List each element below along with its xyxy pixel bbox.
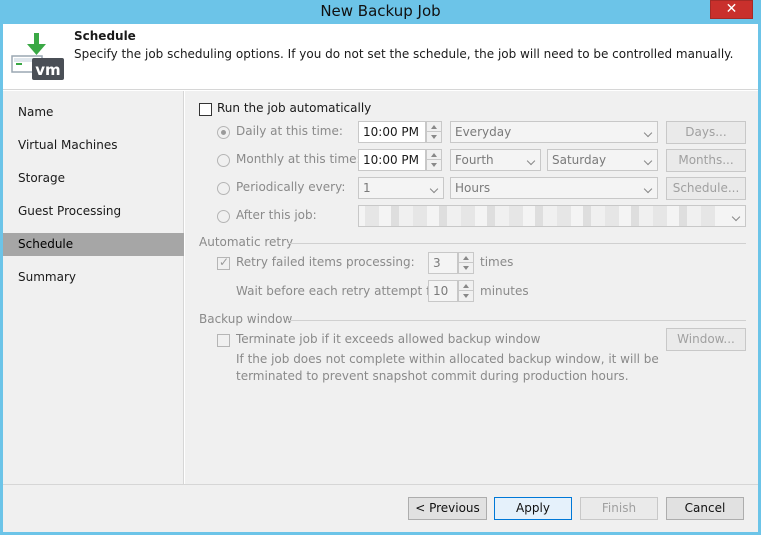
months-button[interactable]: Months... (666, 149, 746, 172)
backup-window-note-line-1: If the job does not complete within allo… (236, 352, 659, 366)
run-automatically-label: Run the job automatically (217, 101, 372, 115)
periodic-radio[interactable] (217, 182, 230, 195)
wizard-steps-sidebar: Name Virtual Machines Storage Guest Proc… (3, 91, 184, 484)
after-job-radio[interactable] (217, 210, 230, 223)
retry-wait-unit-label: minutes (480, 284, 529, 298)
dialog-client: vm Schedule Specify the job scheduling o… (3, 24, 758, 532)
previous-button[interactable]: < Previous (408, 497, 487, 520)
close-icon: ✕ (725, 1, 738, 17)
schedule-content: Run the job automatically Daily at this … (185, 91, 758, 484)
redacted-job-name (365, 206, 715, 226)
sidebar-item-virtual-machines[interactable]: Virtual Machines (3, 134, 184, 157)
days-button[interactable]: Days... (666, 121, 746, 144)
page-description: Specify the job scheduling options. If y… (74, 47, 734, 61)
sidebar-item-summary[interactable]: Summary (3, 266, 184, 289)
daily-time-spinner[interactable] (426, 121, 442, 143)
retry-failed-checkbox[interactable] (217, 255, 230, 270)
retry-wait-label: Wait before each retry attempt for: (236, 284, 447, 298)
sidebar-item-schedule[interactable]: Schedule (3, 233, 184, 256)
periodic-label: Periodically every: (236, 180, 346, 194)
backup-window-note-line-2: terminated to prevent snapshot commit du… (236, 369, 629, 383)
daily-time-input[interactable]: 10:00 PM (358, 121, 426, 143)
title-bar: New Backup Job ✕ (0, 0, 761, 24)
sidebar-item-storage[interactable]: Storage (3, 167, 184, 190)
retry-failed-label: Retry failed items processing: (236, 255, 415, 269)
after-job-label: After this job: (236, 208, 317, 222)
wizard-header: vm Schedule Specify the job scheduling o… (3, 24, 758, 90)
terminate-job-label: Terminate job if it exceeds allowed back… (236, 332, 541, 346)
daily-label: Daily at this time: (236, 124, 343, 138)
sidebar-item-guest-processing[interactable]: Guest Processing (3, 200, 184, 223)
monthly-radio[interactable] (217, 154, 230, 167)
window-title: New Backup Job (320, 2, 441, 20)
backup-window-section-label: Backup window (199, 312, 293, 326)
logo-text: vm (35, 61, 60, 79)
monthly-time-input[interactable]: 10:00 PM (358, 149, 426, 171)
close-button[interactable]: ✕ (710, 0, 753, 19)
schedule-button[interactable]: Schedule... (666, 177, 746, 200)
daily-radio[interactable] (217, 126, 230, 139)
monthly-week-select[interactable]: Fourth (450, 149, 541, 171)
periodic-unit-select[interactable]: Hours (450, 177, 658, 199)
backup-window-divider (288, 320, 746, 321)
finish-button[interactable]: Finish (580, 497, 658, 520)
after-job-select[interactable] (358, 205, 746, 227)
retry-wait-input[interactable]: 10 (428, 280, 458, 302)
automatic-retry-divider (288, 243, 746, 244)
retry-wait-spinner[interactable] (458, 280, 474, 302)
automatic-retry-section-label: Automatic retry (199, 235, 294, 249)
terminate-job-checkbox[interactable] (217, 334, 230, 347)
periodic-count-select[interactable]: 1 (358, 177, 444, 199)
monthly-time-spinner[interactable] (426, 149, 442, 171)
page-title: Schedule (74, 29, 136, 43)
vm-backup-logo-icon: vm (11, 33, 64, 80)
window-button[interactable]: Window... (666, 328, 746, 351)
apply-button[interactable]: Apply (494, 497, 572, 520)
daily-days-select[interactable]: Everyday (450, 121, 658, 143)
monthly-day-select[interactable]: Saturday (547, 149, 658, 171)
sidebar-item-name[interactable]: Name (3, 101, 184, 124)
retry-count-input[interactable]: 3 (428, 252, 458, 274)
monthly-label: Monthly at this time: (236, 152, 361, 166)
wizard-footer: < Previous Apply Finish Cancel (3, 484, 758, 532)
retry-count-spinner[interactable] (458, 252, 474, 274)
run-automatically-checkbox[interactable] (199, 103, 212, 116)
cancel-button[interactable]: Cancel (666, 497, 744, 520)
retry-unit-label: times (480, 255, 514, 269)
backup-job-window: New Backup Job ✕ vm Schedule Specify the… (0, 0, 761, 535)
